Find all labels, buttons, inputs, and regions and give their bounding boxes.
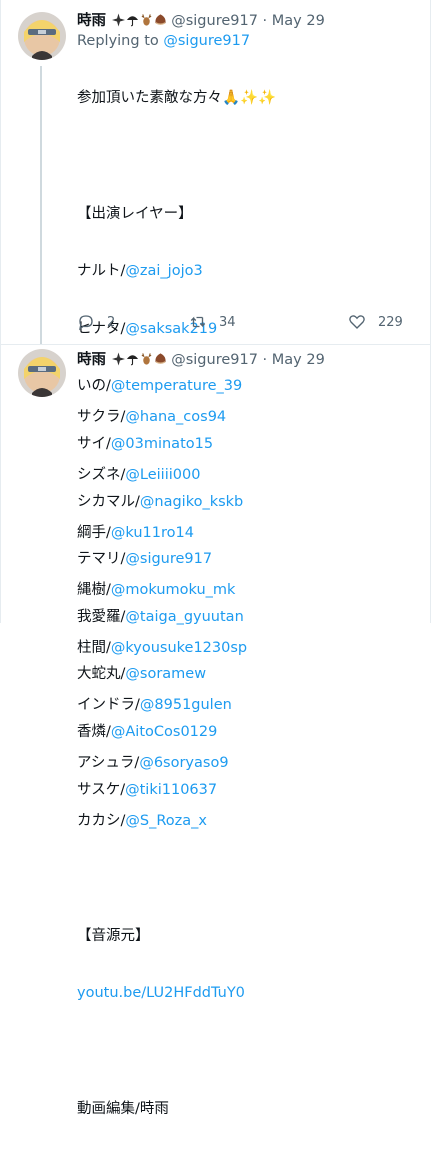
tweet-line: インドラ/@8951gulen xyxy=(77,696,421,715)
tweet-line: シズネ/@Leiiii000 xyxy=(77,466,421,485)
tweet-date[interactable]: May 29 xyxy=(272,13,325,29)
name-emoji-group xyxy=(106,13,171,29)
tweet-line: youtu.be/LU2HFddTuY0 xyxy=(77,984,421,1003)
line-text: 【出演レイヤー】 xyxy=(77,205,193,222)
like-button[interactable]: 229 xyxy=(348,311,403,333)
reply-button[interactable]: 2 xyxy=(77,311,115,333)
like-count: 229 xyxy=(378,314,403,330)
tweet-header: 時雨 @sigure917 · May 29 xyxy=(77,11,421,31)
reply-icon xyxy=(78,315,93,331)
avatar[interactable] xyxy=(18,12,66,60)
replying-to-prefix: Replying to xyxy=(77,33,159,49)
tweet-line: 動画編集/時雨 xyxy=(77,1100,421,1119)
tweet-date[interactable]: May 29 xyxy=(272,352,325,368)
mention-link[interactable]: @zai_jojo3 xyxy=(125,263,202,279)
user-handle[interactable]: @sigure917 xyxy=(171,352,258,368)
mention-link[interactable]: @kyousuke1230sp xyxy=(111,640,247,656)
replying-to: Replying to @sigure917 xyxy=(77,31,421,51)
deer-icon xyxy=(141,353,152,365)
tweet[interactable]: 時雨 @sigure917 · May 29 サクラ/@hana_cos94 シ… xyxy=(0,345,431,1117)
tweet-line: ナルト/@zai_jojo3 xyxy=(77,262,421,281)
avatar[interactable] xyxy=(18,349,66,397)
line-text: カカシ/ xyxy=(77,812,126,829)
mention-link[interactable]: @mokumoku_mk xyxy=(111,582,236,598)
tweet-actions: 2 34 229 xyxy=(77,311,417,333)
tweet-line: 綱手/@ku11ro14 xyxy=(77,524,421,543)
umbrella-icon xyxy=(126,16,138,27)
tweet-body: 時雨 @sigure917 · May 29 サクラ/@hana_cos94 シ… xyxy=(77,350,421,1157)
tweet-header: 時雨 @sigure917 · May 29 xyxy=(77,350,421,370)
retweet-icon xyxy=(190,316,206,328)
thread-connector-line xyxy=(40,66,42,344)
line-text: 参加頂いた素敵な方々🙏✨✨ xyxy=(77,90,277,107)
tweet-line xyxy=(77,1042,421,1061)
mention-link[interactable]: @S_Roza_x xyxy=(125,813,207,829)
mention-link[interactable]: @8951gulen xyxy=(140,697,232,713)
line-text: 綱手/ xyxy=(77,524,111,541)
deer-icon xyxy=(141,14,152,26)
tweet-line xyxy=(77,147,421,166)
retweet-button[interactable]: 34 xyxy=(189,311,236,333)
line-text: シズネ/ xyxy=(77,467,126,483)
tweet-line: 【出演レイヤー】 xyxy=(77,205,421,224)
line-text: 柱間/ xyxy=(77,639,111,656)
chestnut-icon xyxy=(154,14,166,25)
header-separator: · xyxy=(262,352,268,368)
line-text: 縄樹/ xyxy=(77,582,111,599)
sparkle-icon xyxy=(111,13,125,27)
tweet-line xyxy=(77,869,421,888)
umbrella-icon xyxy=(126,355,138,366)
header-separator: · xyxy=(262,13,268,29)
tweet-line: 【音源元】 xyxy=(77,927,421,946)
tweet-line: 縄樹/@mokumoku_mk xyxy=(77,581,421,600)
heart-icon xyxy=(349,315,365,329)
name-emoji-group xyxy=(106,352,171,368)
tweet[interactable]: 時雨 @sigure917 · May 29 Replying to @sigu… xyxy=(0,0,431,798)
line-text: 動画編集/時雨 xyxy=(77,1100,169,1117)
mention-link[interactable]: @6soryaso9 xyxy=(139,755,228,771)
tweet-text: サクラ/@hana_cos94 シズネ/@Leiiii000 綱手/@ku11r… xyxy=(77,370,421,1157)
tweet-line: 参加頂いた素敵な方々🙏✨✨ xyxy=(77,89,421,108)
line-text: アシュラ/ xyxy=(77,754,140,771)
display-name[interactable]: 時雨 xyxy=(77,352,106,368)
line-text: ナルト/ xyxy=(77,263,126,280)
replying-to-handle-link[interactable]: @sigure917 xyxy=(163,33,250,49)
sparkle-icon xyxy=(111,352,125,366)
tweet-line: 柱間/@kyousuke1230sp xyxy=(77,639,421,658)
tweet-line: アシュラ/@6soryaso9 xyxy=(77,754,421,773)
line-text: サクラ/ xyxy=(77,409,126,426)
line-text: 【音源元】 xyxy=(77,927,150,944)
retweet-count: 34 xyxy=(219,314,236,330)
reply-count: 2 xyxy=(107,314,116,330)
user-handle[interactable]: @sigure917 xyxy=(171,13,258,29)
tweet-line: サクラ/@hana_cos94 xyxy=(77,408,421,427)
mention-link[interactable]: @hana_cos94 xyxy=(125,409,226,425)
tweet-line: カカシ/@S_Roza_x xyxy=(77,812,421,831)
url-link[interactable]: youtu.be/LU2HFddTuY0 xyxy=(77,985,245,1001)
mention-link[interactable]: @ku11ro14 xyxy=(111,525,194,541)
display-name[interactable]: 時雨 xyxy=(77,13,106,29)
mention-link[interactable]: @Leiiii000 xyxy=(125,467,200,483)
chestnut-icon xyxy=(154,353,166,364)
line-text: インドラ/ xyxy=(77,697,140,714)
